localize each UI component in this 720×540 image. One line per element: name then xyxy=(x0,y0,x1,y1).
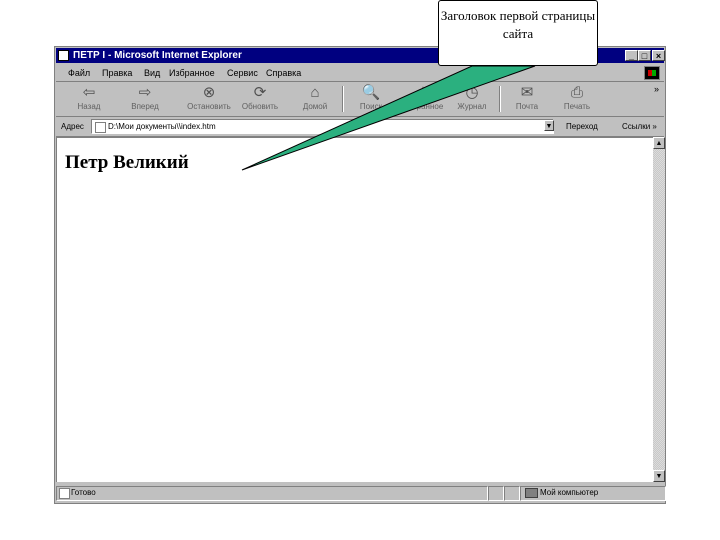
callout-box: Заголовок первой страницы сайта xyxy=(438,0,598,66)
callout-pointer xyxy=(241,65,536,171)
callout-pointer-shape xyxy=(241,65,536,171)
callout-text: Заголовок первой страницы сайта xyxy=(440,8,596,41)
